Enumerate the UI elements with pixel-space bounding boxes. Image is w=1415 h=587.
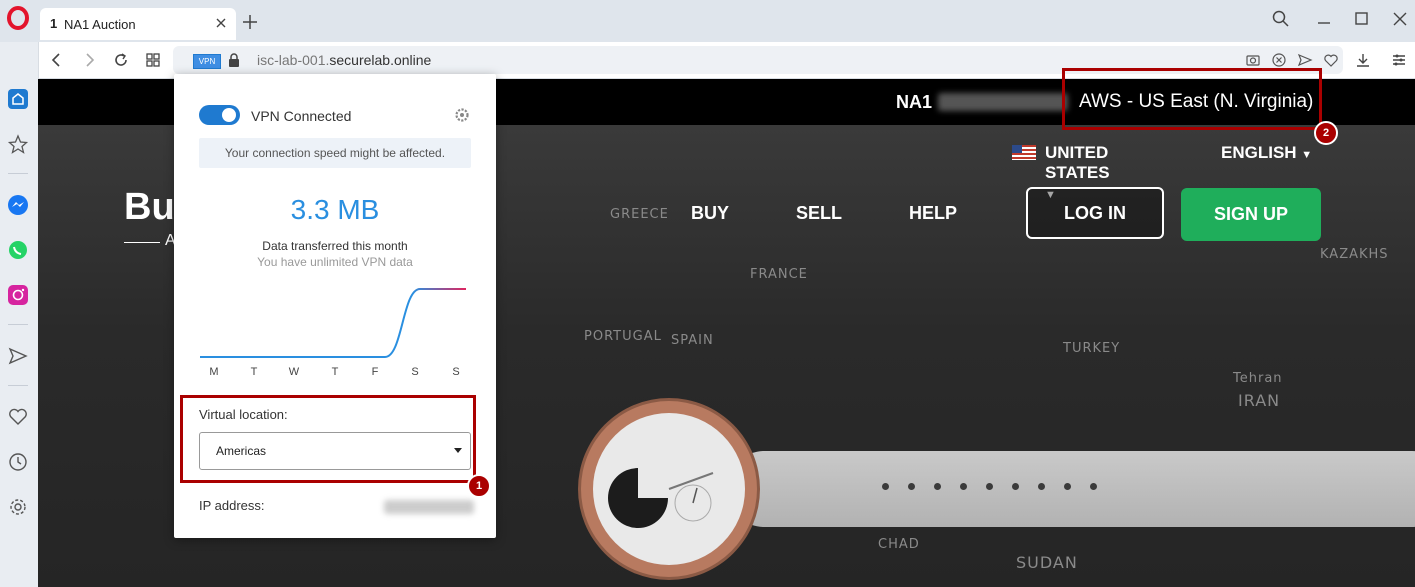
- sidebar: [0, 42, 39, 587]
- site-name: NA1: [896, 92, 933, 112]
- chart-day-label: F: [371, 366, 379, 378]
- strap-hole: [1012, 483, 1019, 490]
- history-icon[interactable]: [7, 451, 29, 473]
- vpn-unlimited-note: You have unlimited VPN data: [257, 255, 413, 269]
- map-label: IRAN: [1238, 391, 1281, 410]
- settings-icon[interactable]: [7, 496, 29, 518]
- map-label: CHAD: [878, 537, 920, 552]
- map-label: KAZAKHS: [1320, 247, 1389, 262]
- back-icon[interactable]: [48, 51, 66, 69]
- adblock-icon[interactable]: [1271, 52, 1287, 68]
- vpn-speed-note: Your connection speed might be affected.: [199, 138, 471, 168]
- lock-icon[interactable]: [227, 52, 241, 68]
- tab-number: 1: [50, 16, 58, 31]
- ip-address-label: IP address:: [199, 498, 265, 513]
- url-domain: securelab.online: [329, 52, 432, 68]
- vpn-usage-chart: [200, 288, 466, 358]
- home-icon[interactable]: [7, 88, 29, 110]
- messenger-icon[interactable]: [7, 194, 29, 216]
- minimize-icon[interactable]: [1313, 8, 1335, 30]
- vpn-badge[interactable]: VPN: [193, 54, 221, 69]
- tab-grid-icon[interactable]: [144, 51, 162, 69]
- sidebar-divider: [8, 173, 28, 174]
- watch-face-icon: [608, 468, 714, 528]
- sidebar-divider: [8, 385, 28, 386]
- nav-sell[interactable]: SELL: [796, 203, 842, 224]
- send-icon[interactable]: [1297, 52, 1313, 68]
- watch-strap: [728, 451, 1415, 527]
- annotation-box-location: [180, 395, 476, 483]
- chart-day-label: S: [411, 366, 419, 378]
- maximize-icon[interactable]: [1351, 8, 1373, 30]
- url-text: isc-lab-001.securelab.online: [257, 52, 431, 68]
- country-text: UNITED STATES: [1045, 143, 1110, 182]
- map-label: SPAIN: [671, 333, 714, 348]
- dropdown-caret-icon: ▼: [1301, 149, 1313, 161]
- my-flow-icon[interactable]: [7, 406, 29, 428]
- map-label: FRANCE: [750, 267, 808, 282]
- watch-dial: [593, 413, 745, 565]
- instagram-icon[interactable]: [7, 284, 29, 306]
- close-window-icon[interactable]: [1389, 8, 1411, 30]
- map-label: SUDAN: [1016, 553, 1078, 572]
- vpn-status: VPN Connected: [251, 108, 352, 124]
- ip-address-redacted: [384, 500, 474, 514]
- tab-bar: 1 NA1 Auction: [0, 0, 1415, 42]
- easy-setup-icon[interactable]: [1390, 51, 1408, 69]
- bookmarks-icon[interactable]: [7, 133, 29, 155]
- strap-hole: [908, 483, 915, 490]
- nav-help[interactable]: HELP: [909, 203, 957, 224]
- player-icon[interactable]: [7, 345, 29, 367]
- camera-icon[interactable]: [1245, 52, 1261, 68]
- strap-hole: [882, 483, 889, 490]
- strap-hole: [986, 483, 993, 490]
- whatsapp-icon[interactable]: [7, 239, 29, 261]
- map-label: TURKEY: [1063, 341, 1121, 356]
- language-text: ENGLISH: [1221, 143, 1297, 162]
- us-flag-icon: [1012, 145, 1036, 160]
- close-tab-icon[interactable]: [212, 14, 230, 32]
- server-ip-redacted: [938, 93, 1068, 111]
- opera-logo-icon[interactable]: [6, 6, 30, 30]
- watch-image: [581, 401, 757, 577]
- annotation-badge-2: 2: [1314, 121, 1338, 145]
- url-prefix: isc-lab-001.: [257, 52, 330, 68]
- vpn-data-label: Data transferred this month: [262, 239, 408, 253]
- tab-title: NA1 Auction: [64, 17, 136, 32]
- login-button[interactable]: LOG IN: [1026, 187, 1164, 239]
- annotation-box-region: [1062, 68, 1322, 130]
- new-tab-icon[interactable]: [240, 12, 260, 32]
- hero-divider: [124, 242, 160, 243]
- search-icon[interactable]: [1270, 8, 1292, 30]
- vpn-data-amount: 3.3 MB: [290, 194, 380, 225]
- language-selector[interactable]: ENGLISH ▼: [1221, 143, 1312, 163]
- annotation-badge-1: 1: [467, 474, 491, 498]
- heart-icon[interactable]: [1323, 52, 1339, 68]
- vpn-toggle-knob: [222, 108, 236, 122]
- chart-day-label: M: [209, 366, 219, 378]
- strap-hole: [1064, 483, 1071, 490]
- strap-hole: [1090, 483, 1097, 490]
- chart-day-label: S: [452, 366, 460, 378]
- download-icon[interactable]: [1354, 51, 1372, 69]
- usage-line: [200, 288, 466, 358]
- strap-hole: [960, 483, 967, 490]
- sidebar-divider: [8, 324, 28, 325]
- map-label: Tehran: [1233, 371, 1283, 386]
- vpn-toggle[interactable]: [199, 105, 240, 125]
- chart-day-label: T: [331, 366, 339, 378]
- strap-hole: [1038, 483, 1045, 490]
- reload-icon[interactable]: [112, 51, 130, 69]
- strap-hole: [934, 483, 941, 490]
- map-label: GREECE: [610, 207, 669, 222]
- chart-day-label: T: [250, 366, 258, 378]
- browser-tab[interactable]: 1 NA1 Auction: [40, 8, 236, 40]
- nav-buy[interactable]: BUY: [691, 203, 729, 224]
- map-label: PORTUGAL: [584, 329, 662, 344]
- forward-icon[interactable]: [80, 51, 98, 69]
- chart-day-label: W: [288, 366, 300, 378]
- gear-icon[interactable]: [454, 107, 470, 123]
- signup-button[interactable]: SIGN UP: [1181, 188, 1321, 241]
